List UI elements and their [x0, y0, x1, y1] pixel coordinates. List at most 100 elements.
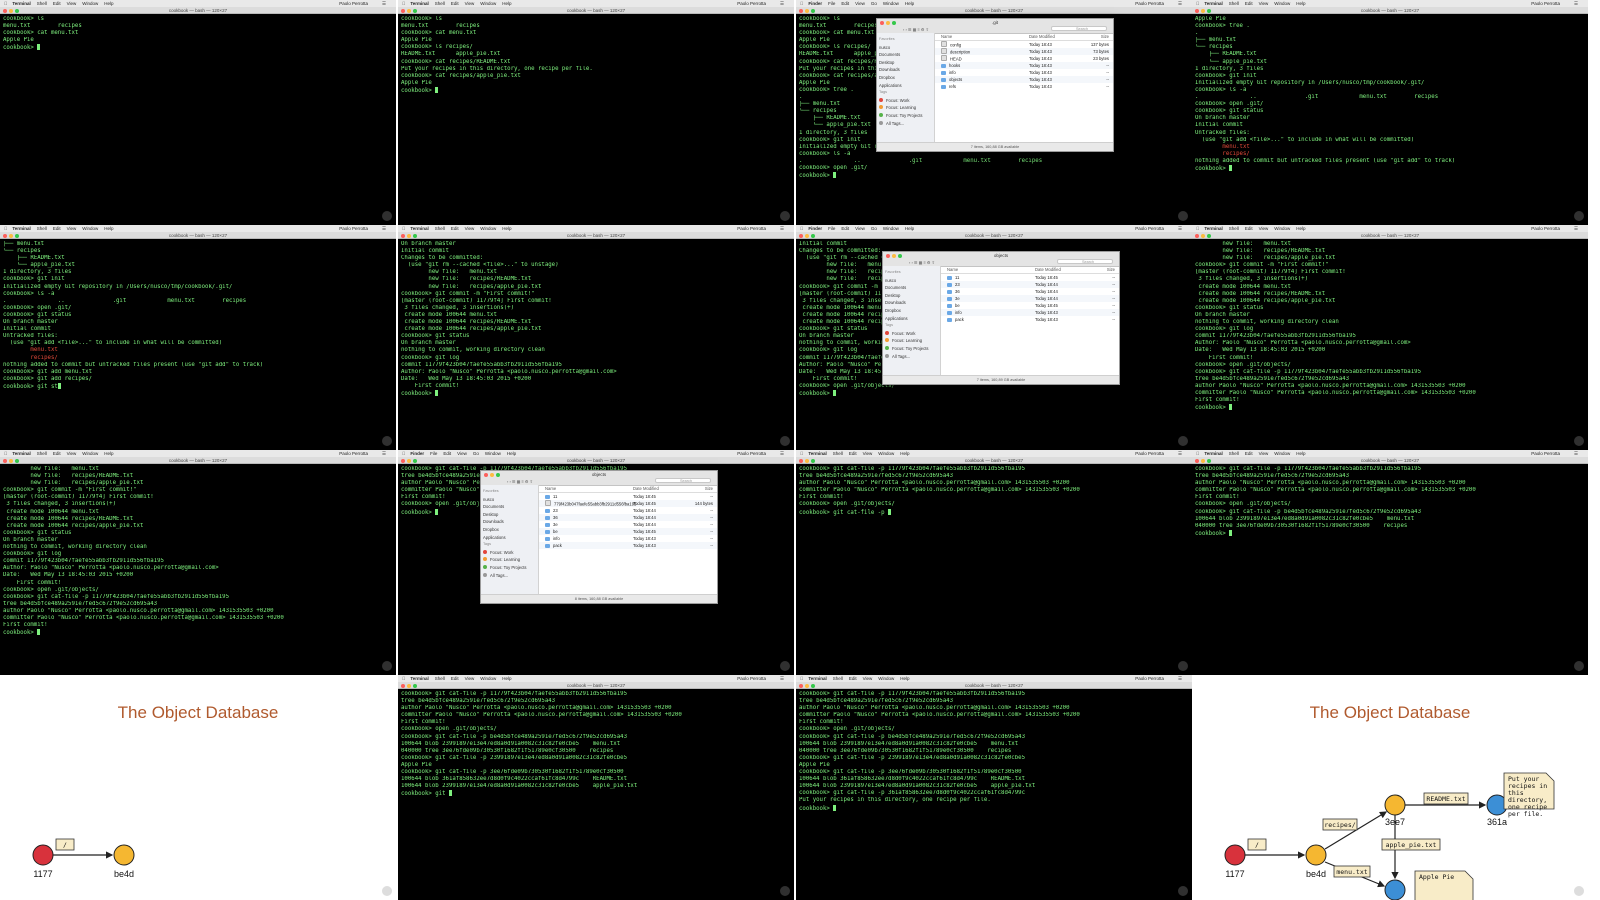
menu-item-terminal[interactable]: Terminal: [410, 676, 428, 681]
menu-item-window[interactable]: Window: [82, 226, 98, 231]
apple-menu-icon[interactable]: : [402, 226, 405, 231]
menu-bar-user[interactable]: Paolo Perrotta: [1135, 450, 1164, 457]
close-window-button[interactable]: [401, 458, 405, 463]
menu-bar-list-icon[interactable]: ☰: [1178, 450, 1182, 457]
menu-item-go[interactable]: Go: [871, 226, 877, 231]
apple-menu-icon[interactable]: : [4, 226, 7, 231]
terminal-output[interactable]: cookbook> git cat-file -p 11779f423b047f…: [796, 464, 1192, 675]
file-row[interactable]: pack Today 18:43 --: [941, 316, 1119, 323]
menu-bar-list-icon[interactable]: ☰: [1178, 675, 1182, 682]
menu-bar-user[interactable]: Paolo Perrotta: [1135, 0, 1164, 7]
zoom-window-button[interactable]: [15, 458, 19, 463]
menu-item-edit[interactable]: Edit: [451, 676, 459, 681]
zoom-window-button[interactable]: [413, 683, 417, 688]
sidebar-tag-item[interactable]: Focus: Learning: [879, 104, 932, 112]
playback-control-icon[interactable]: [1574, 436, 1584, 446]
menu-item-terminal[interactable]: Terminal: [410, 1, 428, 6]
menu-item-shell[interactable]: Shell: [435, 1, 445, 6]
apple-menu-icon[interactable]: : [4, 451, 7, 456]
apple-menu-icon[interactable]: : [800, 1, 803, 6]
menu-item-view[interactable]: View: [67, 226, 77, 231]
menu-item-help[interactable]: Help: [507, 451, 516, 456]
thumbnail-frame-1[interactable]:  Terminal Shell Edit View Window Help Paolo Pe…: [0, 0, 396, 225]
menu-item-window[interactable]: Window: [82, 1, 98, 6]
menu-item-shell[interactable]: Shell: [37, 451, 47, 456]
menu-item-help[interactable]: Help: [900, 451, 909, 456]
thumbnail-frame-3[interactable]:  Finder File Edit View Go Window Help Paolo Per…: [796, 0, 1192, 225]
menu-item-view[interactable]: View: [67, 1, 77, 6]
finder-zoom-button[interactable]: [892, 20, 896, 25]
zoom-window-button[interactable]: [15, 233, 19, 238]
sidebar-item-nusco[interactable]: nusco: [483, 496, 536, 504]
menu-item-go[interactable]: Go: [473, 451, 479, 456]
close-window-button[interactable]: [3, 8, 7, 13]
menu-item-view[interactable]: View: [855, 1, 865, 6]
menu-item-edit[interactable]: Edit: [53, 1, 61, 6]
terminal-output[interactable]: cookbook> git cat-file -p 11779f423b047f…: [1192, 464, 1588, 675]
close-window-button[interactable]: [799, 233, 803, 238]
menu-item-help[interactable]: Help: [502, 226, 511, 231]
apple-menu-icon[interactable]: : [800, 226, 803, 231]
finder-minimize-button[interactable]: [892, 253, 896, 258]
sidebar-tag-item[interactable]: Focus: Learning: [483, 556, 536, 564]
menu-item-view[interactable]: View: [863, 451, 873, 456]
column-header-size[interactable]: Size: [1101, 33, 1109, 40]
menu-item-view[interactable]: View: [855, 226, 865, 231]
sidebar-item-dropbox[interactable]: Dropbox: [879, 74, 932, 82]
menu-bar-list-icon[interactable]: ☰: [382, 0, 386, 7]
column-header-date-modified[interactable]: Date Modified: [1029, 33, 1055, 40]
sidebar-tag-item[interactable]: Focus: Learning: [885, 337, 938, 345]
sidebar-tag-item[interactable]: Focus: Toy Projects: [879, 112, 932, 120]
menu-item-view[interactable]: View: [457, 451, 467, 456]
menu-item-go[interactable]: Go: [871, 1, 877, 6]
file-row[interactable]: HEAD Today 18:43 23 bytes: [935, 55, 1113, 62]
thumbnail-frame-6[interactable]:  Terminal Shell Edit View Window Help Paolo Pe…: [398, 225, 794, 450]
menu-item-window[interactable]: Window: [480, 226, 496, 231]
thumbnail-frame-10[interactable]:  Finder File Edit View Go Window Help Paolo Per…: [398, 450, 794, 675]
playback-control-icon[interactable]: [1574, 661, 1584, 671]
menu-bar-user[interactable]: Paolo Perrotta: [737, 675, 766, 682]
terminal-output[interactable]: cookbook> git cat-file -p 11779f423b047f…: [796, 689, 1192, 900]
finder-window[interactable]: objects ‹ › ☰ ▦ ≡ ⚙ ⇪ Search Favorites nusco…: [882, 251, 1120, 385]
menu-bar-user[interactable]: Paolo Perrotta: [1531, 450, 1560, 457]
finder-search-field[interactable]: Search: [1057, 259, 1113, 264]
sidebar-item-documents[interactable]: Documents: [483, 503, 536, 511]
thumbnail-frame-4[interactable]:  Terminal Shell Edit View Window Help Paolo Pe…: [1192, 0, 1588, 225]
menu-bar-list-icon[interactable]: ☰: [1574, 225, 1578, 232]
sidebar-item-downloads[interactable]: Downloads: [483, 518, 536, 526]
zoom-window-button[interactable]: [811, 458, 815, 463]
menu-item-terminal[interactable]: Terminal: [1204, 226, 1222, 231]
sidebar-item-dropbox[interactable]: Dropbox: [483, 526, 536, 534]
terminal-output[interactable]: ├── menu.txt └── recipes ├── README.txt └…: [0, 239, 396, 450]
close-window-button[interactable]: [3, 458, 7, 463]
minimize-window-button[interactable]: [1201, 8, 1205, 13]
menu-bar-list-icon[interactable]: ☰: [780, 0, 784, 7]
column-header-name[interactable]: Name: [941, 33, 952, 40]
menu-item-shell[interactable]: Shell: [1229, 226, 1239, 231]
menu-item-terminal[interactable]: Terminal: [12, 1, 30, 6]
finder-close-button[interactable]: [880, 20, 884, 25]
menu-item-edit[interactable]: Edit: [1245, 226, 1253, 231]
minimize-window-button[interactable]: [805, 683, 809, 688]
file-row[interactable]: 3e Today 18:44 --: [539, 521, 717, 528]
menu-item-shell[interactable]: Shell: [435, 676, 445, 681]
playback-control-icon[interactable]: [1574, 211, 1584, 221]
finder-zoom-button[interactable]: [496, 472, 500, 477]
menu-item-edit[interactable]: Edit: [451, 1, 459, 6]
thumbnail-frame-11[interactable]:  Terminal Shell Edit View Window Help Paolo Pe…: [796, 450, 1192, 675]
finder-minimize-button[interactable]: [886, 20, 890, 25]
file-row[interactable]: be Today 18:45 --: [941, 302, 1119, 309]
minimize-window-button[interactable]: [9, 8, 13, 13]
close-window-button[interactable]: [401, 233, 405, 238]
close-window-button[interactable]: [799, 683, 803, 688]
file-row[interactable]: info Today 18:43 --: [941, 309, 1119, 316]
terminal-output[interactable]: cookbook> git cat-file -p 11779f423b047f…: [398, 689, 794, 900]
close-window-button[interactable]: [799, 8, 803, 13]
menu-item-view[interactable]: View: [1259, 226, 1269, 231]
menu-item-shell[interactable]: Shell: [833, 676, 843, 681]
menu-item-terminal[interactable]: Terminal: [1204, 451, 1222, 456]
close-window-button[interactable]: [401, 8, 405, 13]
menu-item-view[interactable]: View: [1259, 1, 1269, 6]
menu-item-terminal[interactable]: Terminal: [808, 451, 826, 456]
menu-item-window[interactable]: Window: [1274, 1, 1290, 6]
